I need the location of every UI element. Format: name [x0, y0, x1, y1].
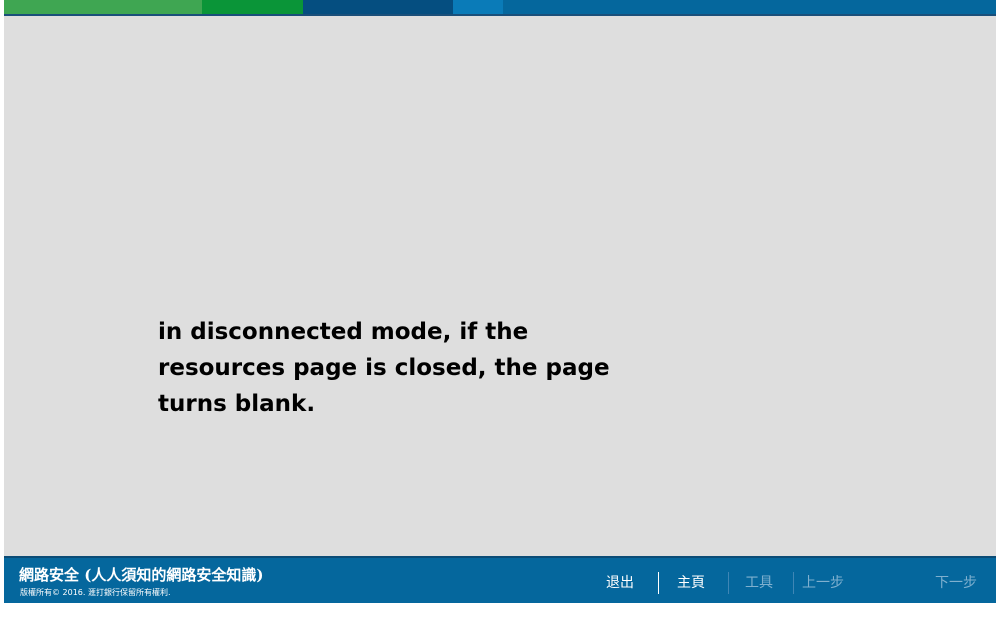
next-button[interactable]: 下一步	[935, 572, 977, 594]
course-title: 網路安全 (人人須知的網路安全知識)	[19, 566, 264, 584]
nav-divider	[728, 572, 729, 594]
home-button[interactable]: 主頁	[677, 572, 705, 594]
footer-bar: 網路安全 (人人須知的網路安全知識) 版權所有© 2016. 滙打銀行保留所有權…	[4, 556, 996, 603]
nav-divider	[793, 572, 794, 594]
content-area: in disconnected mode, if the resources p…	[4, 16, 996, 556]
previous-button[interactable]: 上一步	[802, 572, 844, 594]
disconnected-mode-message: in disconnected mode, if the resources p…	[158, 319, 610, 417]
course-window: in disconnected mode, if the resources p…	[4, 0, 996, 603]
tools-button[interactable]: 工具	[745, 572, 773, 594]
copyright-notice: 版權所有© 2016. 滙打銀行保留所有權利.	[20, 588, 171, 597]
brand-color-strip	[4, 0, 996, 16]
exit-button[interactable]: 退出	[606, 572, 634, 594]
nav-divider	[658, 572, 659, 594]
